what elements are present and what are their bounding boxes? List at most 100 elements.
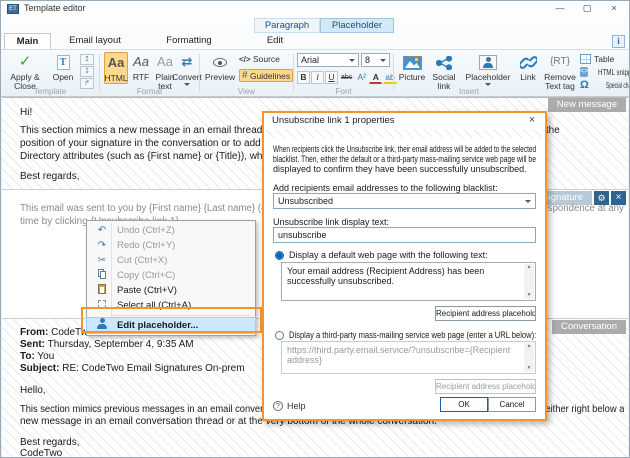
recipient-placeholder-button[interactable]: Recipient address placeholder xyxy=(435,306,536,321)
scroll-down-icon: ▼ xyxy=(524,292,534,299)
save-template-button[interactable]: ↥ xyxy=(80,54,94,65)
tab-placeholder[interactable]: Placeholder xyxy=(320,18,394,33)
remove-text-tag-button[interactable]: {RT} Remove Text tag xyxy=(542,52,578,90)
open-button[interactable]: T Open xyxy=(49,52,77,82)
blacklist-arrow xyxy=(525,200,531,203)
tab-email-layout[interactable]: Email layout xyxy=(51,33,139,49)
superscript-button[interactable]: A² xyxy=(355,71,368,84)
minimize-button[interactable]: — xyxy=(547,1,573,17)
dialog-intro-line-2: blacklist. Then, either the default or a… xyxy=(273,154,536,164)
save-template-icon: ↥ xyxy=(84,56,90,63)
blacklist-value: Unsubscribed xyxy=(278,196,333,206)
picture-button[interactable]: Picture xyxy=(397,52,427,82)
textarea-scrollbar-2: ▲▼ xyxy=(524,343,534,372)
source-button[interactable]: </> Source xyxy=(239,54,280,64)
group-label-font: Font xyxy=(294,87,393,96)
picture-icon xyxy=(403,54,422,71)
ribbon: ✓ Apply & Close T Open ↥ ↧ ↱ Template Aa… xyxy=(1,49,629,97)
menu-item-select-all[interactable]: Select all (Ctrl+A) xyxy=(87,298,255,313)
font-family-select[interactable]: Arial xyxy=(297,53,359,67)
rtf-format-button[interactable]: Aa RTF xyxy=(130,52,152,82)
dialog-close-button[interactable]: × xyxy=(519,113,545,129)
ok-button[interactable]: OK xyxy=(440,397,488,412)
group-label-view: View xyxy=(200,87,293,96)
app-icon: ET xyxy=(7,4,19,14)
plain-aa-icon: Aa xyxy=(157,54,173,71)
close-button[interactable]: × xyxy=(601,1,627,17)
convert-icon: ⇄ xyxy=(182,54,193,71)
rtf-aa-icon: Aa xyxy=(133,54,149,71)
menu-item-paste[interactable]: Paste (Ctrl+V) xyxy=(87,283,255,298)
convert-dropdown-arrow xyxy=(184,83,190,86)
group-font: Arial 8 B I U abc A² A ab Font xyxy=(294,50,393,96)
strikethrough-button[interactable]: abc xyxy=(339,71,354,84)
guidelines-button[interactable]: # Guidelines xyxy=(239,69,293,82)
tab-edit[interactable]: Edit xyxy=(239,33,311,49)
cancel-button[interactable]: Cancel xyxy=(488,397,536,412)
html-label: HTML xyxy=(104,74,127,83)
placeholder-button[interactable]: Placeholder xyxy=(462,52,514,86)
italic-button[interactable]: I xyxy=(311,71,324,84)
social-link-button[interactable]: Social link xyxy=(429,52,459,90)
scroll-up-icon: ▲ xyxy=(527,264,532,270)
display-text-label: Unsubscribe link display text: xyxy=(273,217,389,227)
social-link-icon xyxy=(436,54,452,71)
undo-icon: ↶ xyxy=(93,225,111,236)
tab-paragraph[interactable]: Paragraph xyxy=(254,18,320,33)
group-template: ✓ Apply & Close T Open ↥ ↧ ↱ Template xyxy=(1,50,99,96)
textarea-scrollbar[interactable]: ▲▼ xyxy=(524,264,534,299)
convert-label: Convert xyxy=(172,73,202,82)
table-label: Table xyxy=(594,54,614,64)
html-snippet-button[interactable]: <>HTML snippet xyxy=(580,66,630,78)
paste-icon xyxy=(93,284,111,297)
font-family-arrow xyxy=(349,59,355,62)
dialog-intro-line-1: When recipients click the Unsubscribe li… xyxy=(273,144,536,154)
signature-close-icon: × xyxy=(616,192,622,203)
maximize-button[interactable]: ▢ xyxy=(574,1,600,17)
tab-main[interactable]: Main xyxy=(4,33,51,49)
header-subject-value: RE: CodeTwo Email Signatures On-prem xyxy=(62,363,244,374)
bold-button[interactable]: B xyxy=(297,71,310,84)
edit-placeholder-icon xyxy=(93,318,111,333)
link-button[interactable]: Link xyxy=(515,52,541,82)
tab-formatting[interactable]: Formatting xyxy=(142,33,236,49)
load-template-icon: ↧ xyxy=(84,68,90,75)
font-size-select[interactable]: 8 xyxy=(361,53,390,67)
group-label-insert: Insert xyxy=(439,87,499,96)
info-button[interactable]: i xyxy=(612,35,625,48)
dialog-title: Unsubscribe link 1 properties xyxy=(264,113,545,129)
convert-button[interactable]: ⇄ Convert xyxy=(176,52,198,86)
apply-close-button[interactable]: ✓ Apply & Close xyxy=(3,52,47,90)
link-icon xyxy=(520,54,537,71)
menu-item-cut: ✂Cut (Ctrl+X) xyxy=(87,253,255,268)
display-text-input[interactable] xyxy=(273,227,536,243)
new-message-greeting: Hi! xyxy=(20,107,32,118)
source-icon: </> xyxy=(239,55,251,64)
blacklist-select[interactable]: Unsubscribed xyxy=(273,193,536,209)
load-template-button[interactable]: ↧ xyxy=(80,66,94,77)
gear-icon: ⚙ xyxy=(597,193,605,203)
menu-item-copy: Copy (Ctrl+C) xyxy=(87,268,255,283)
signature-line-2-prefix: time by clicking xyxy=(20,216,91,227)
menu-item-edit-placeholder[interactable]: Edit placeholder... xyxy=(87,318,255,333)
radio-default-page[interactable] xyxy=(275,251,284,260)
eye-icon xyxy=(213,58,227,67)
ribbon-tab-strip: Paragraph Placeholder Main Email layout … xyxy=(1,17,629,49)
special-character-button[interactable]: ΩSpecial character xyxy=(580,79,630,91)
select-all-icon xyxy=(93,300,111,311)
html-aa-icon: Aa xyxy=(108,55,125,72)
redo-icon: ↷ xyxy=(93,240,111,251)
group-label-template: Template xyxy=(1,87,99,96)
preview-button[interactable]: Preview xyxy=(204,52,236,82)
underline-button[interactable]: U xyxy=(325,71,338,84)
radio-thirdparty-page[interactable] xyxy=(275,331,284,340)
context-menu: ↶Undo (Ctrl+Z) ↷Redo (Ctrl+Y) ✂Cut (Ctrl… xyxy=(86,220,256,336)
source-label: Source xyxy=(253,54,280,64)
html-format-button[interactable]: Aa HTML xyxy=(104,52,128,84)
plain-text-format-button[interactable]: Aa Plain text xyxy=(153,52,177,90)
font-color-button[interactable]: A xyxy=(369,71,382,84)
table-button[interactable]: Table xyxy=(580,53,630,65)
help-link[interactable]: ? Help xyxy=(273,401,306,411)
default-page-textarea[interactable]: Your email address (Recipient Address) h… xyxy=(281,262,536,301)
blacklist-label: Add recipients email addresses to the fo… xyxy=(273,183,498,193)
